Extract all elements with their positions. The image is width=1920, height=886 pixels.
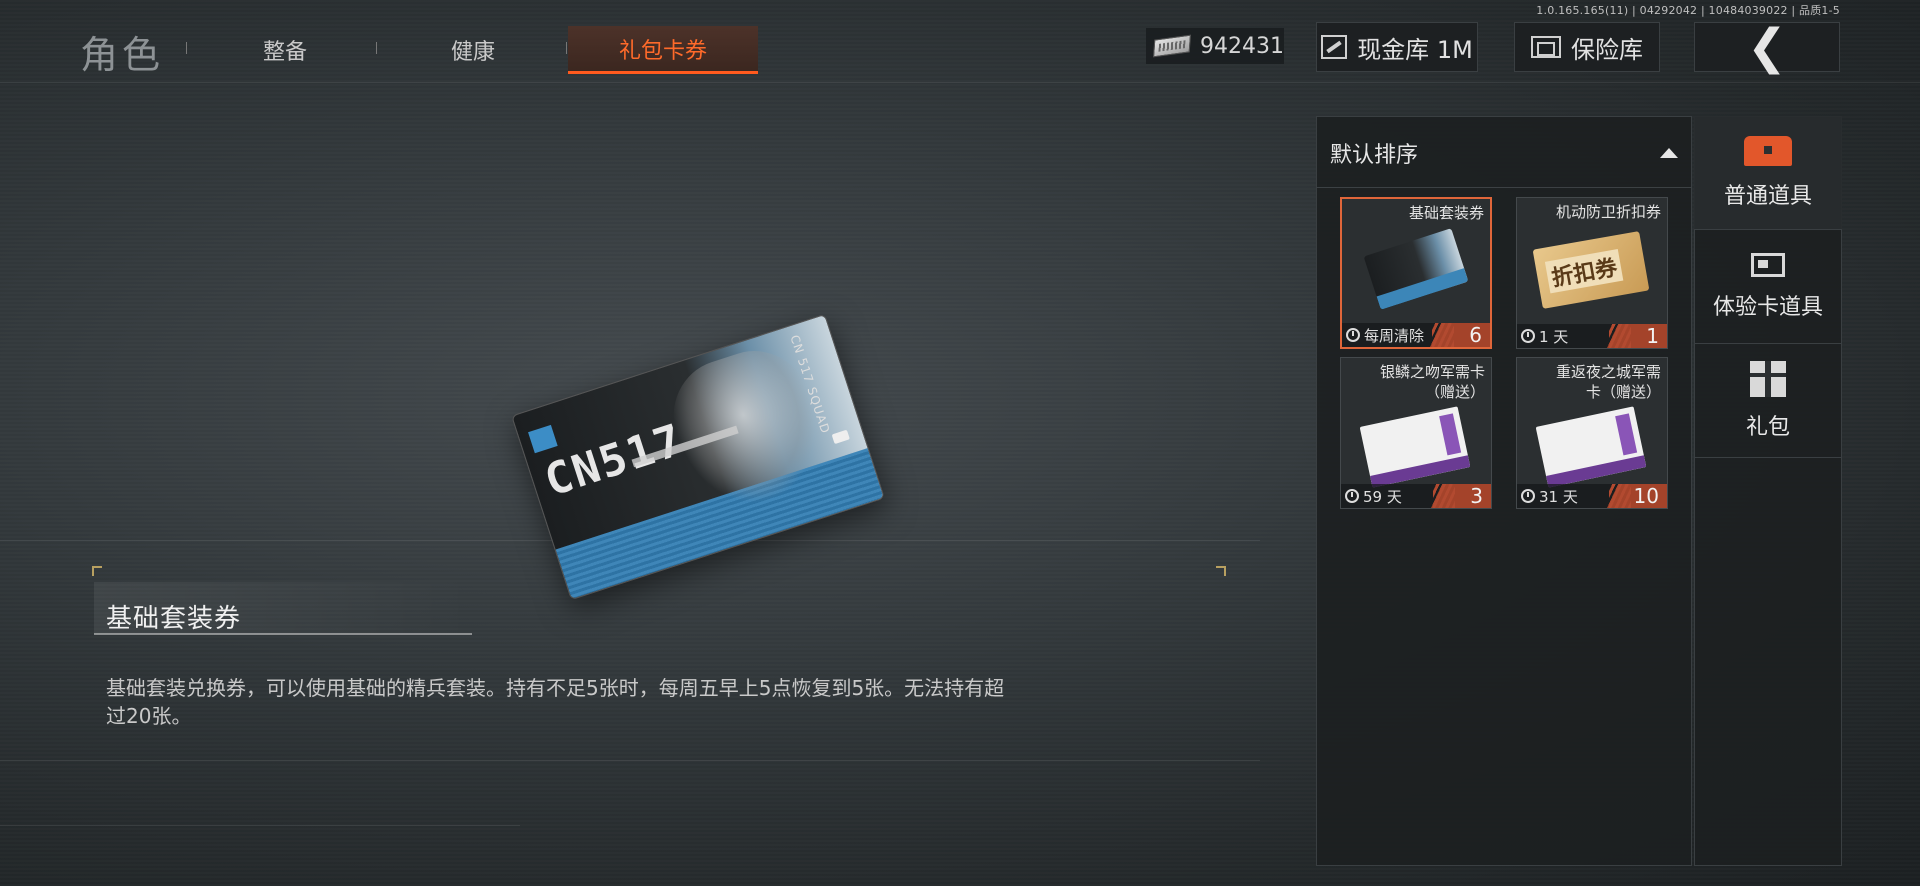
item-title: 基础套装券	[106, 604, 242, 634]
money-icon	[1153, 34, 1191, 58]
item-thumbnail	[1535, 406, 1647, 488]
category-label: 普通道具	[1723, 183, 1812, 209]
featured-item-card: CN517 CN 517 SQUAD	[511, 313, 885, 601]
corner-mark	[1216, 566, 1226, 576]
clock-icon	[1521, 489, 1535, 503]
inventory-item[interactable]: 重返夜之城军需 卡（赠送） 31 天 10	[1516, 357, 1668, 509]
title-underline	[94, 633, 472, 635]
inventory-item[interactable]: 机动防卫折扣券 折扣券 1 天 1	[1516, 197, 1668, 349]
item-thumbnail	[1359, 406, 1471, 488]
clock-icon	[1345, 489, 1359, 503]
clock-icon	[1521, 329, 1535, 343]
ticket-text: 折扣券	[1544, 249, 1624, 294]
page-title: 角色	[80, 33, 165, 77]
top-divider	[0, 82, 1920, 83]
corner-mark	[92, 566, 102, 576]
item-count: 10	[1605, 484, 1667, 508]
item-time: 59 天	[1363, 487, 1402, 506]
inventory-item[interactable]: 银鳞之吻军需卡 （赠送） 59 天 3	[1340, 357, 1492, 509]
safe-button[interactable]: 保险库	[1514, 22, 1660, 72]
item-thumbnail: 折扣券	[1532, 231, 1650, 309]
chevron-up-icon	[1660, 147, 1678, 158]
item-time: 每周清除	[1364, 326, 1425, 345]
category-label: 体验卡道具	[1712, 294, 1823, 320]
item-name: 银鳞之吻军需卡 （赠送）	[1379, 363, 1485, 401]
back-chevron-icon: ❮	[1746, 19, 1788, 75]
inventory-item[interactable]: 基础套装券 每周清除 6	[1340, 197, 1492, 349]
tab-health[interactable]: 健康	[398, 26, 548, 74]
item-description: 基础套装兑换券，可以使用基础的精兵套装。持有不足5张时，每周五早上5点恢复到5张…	[106, 676, 1005, 728]
nav-separator	[376, 42, 377, 54]
cash-vault-button[interactable]: 现金库 1M	[1316, 22, 1478, 72]
item-name: 重返夜之城军需 卡（赠送）	[1555, 363, 1661, 401]
nav-separator	[566, 42, 567, 54]
item-name: 基础套装券	[1408, 204, 1484, 222]
item-name: 机动防卫折扣券	[1555, 203, 1661, 221]
sort-label: 默认排序	[1330, 142, 1419, 168]
divider	[0, 760, 1260, 761]
gift-icon	[1750, 360, 1786, 397]
currency-display: 942431	[1146, 28, 1284, 64]
tab-gift-vouchers[interactable]: 礼包卡券	[568, 26, 758, 74]
category-trial-cards[interactable]: 体验卡道具	[1694, 230, 1842, 344]
currency-value: 942431	[1200, 33, 1284, 59]
item-time: 31 天	[1539, 487, 1578, 506]
clock-icon	[1346, 328, 1360, 342]
top-navigation: 角色 整备 健康 礼包卡券 942431 现金库 1M 保险库 ❮	[0, 0, 1920, 82]
cash-vault-icon	[1321, 35, 1348, 59]
card-logo: CN517	[538, 414, 690, 507]
item-count: 3	[1429, 484, 1491, 508]
card-blue-block	[528, 424, 558, 454]
cash-vault-label: 现金库 1M	[1357, 35, 1473, 64]
card-badge	[831, 429, 850, 445]
divider	[0, 825, 520, 826]
safe-icon	[1531, 36, 1561, 58]
tab-prep[interactable]: 整备	[210, 26, 360, 74]
item-thumbnail	[1363, 228, 1469, 310]
category-label: 礼包	[1745, 414, 1790, 440]
chest-icon	[1744, 135, 1792, 166]
safe-label: 保险库	[1571, 35, 1643, 64]
category-common-items[interactable]: 普通道具	[1694, 116, 1842, 230]
sort-dropdown[interactable]: 默认排序	[1316, 118, 1692, 188]
back-button[interactable]: ❮	[1694, 19, 1840, 75]
trial-card-icon	[1751, 252, 1785, 277]
item-time: 1 天	[1539, 327, 1569, 346]
item-count: 1	[1605, 324, 1667, 348]
category-gift-packs[interactable]: 礼包	[1694, 344, 1842, 458]
nav-separator	[186, 42, 187, 54]
item-count: 6	[1428, 323, 1490, 347]
